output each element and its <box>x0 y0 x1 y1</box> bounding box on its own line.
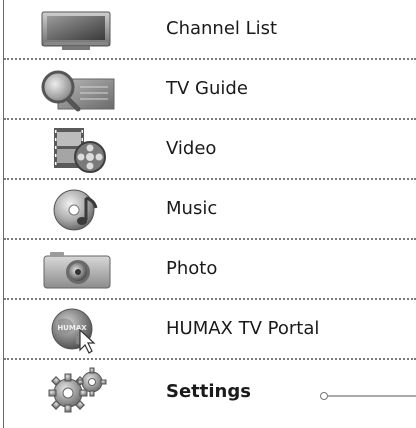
menu-item-label: Video <box>166 138 217 159</box>
menu-item-settings[interactable]: Settings <box>4 360 416 427</box>
portal-logo-text: HUMAX <box>57 324 87 332</box>
menu-item-label: Channel List <box>166 18 278 39</box>
menu-item-label: Music <box>166 198 218 219</box>
portal-globe-icon: HUMAX <box>36 306 116 354</box>
menu-item-music[interactable]: Music <box>4 180 416 240</box>
menu-item-label: HUMAX TV Portal <box>166 318 320 339</box>
menu-item-label: TV Guide <box>166 78 248 99</box>
callout-pointer <box>320 392 416 400</box>
main-menu: Channel List TV Guide Video Music Photo … <box>3 0 416 428</box>
menu-item-channel-list[interactable]: Channel List <box>4 0 416 60</box>
film-reel-icon <box>36 126 116 174</box>
menu-item-photo[interactable]: Photo <box>4 240 416 300</box>
menu-item-label: Photo <box>166 258 218 279</box>
music-disc-icon <box>36 186 116 234</box>
tv-screen-icon <box>36 6 116 54</box>
gears-icon <box>36 366 116 414</box>
menu-item-tv-guide[interactable]: TV Guide <box>4 60 416 120</box>
menu-item-video[interactable]: Video <box>4 120 416 180</box>
menu-item-humax-tv-portal[interactable]: HUMAX HUMAX TV Portal <box>4 300 416 360</box>
magnifier-guide-icon <box>36 66 116 114</box>
camera-icon <box>36 246 116 294</box>
menu-item-label: Settings <box>166 381 251 402</box>
